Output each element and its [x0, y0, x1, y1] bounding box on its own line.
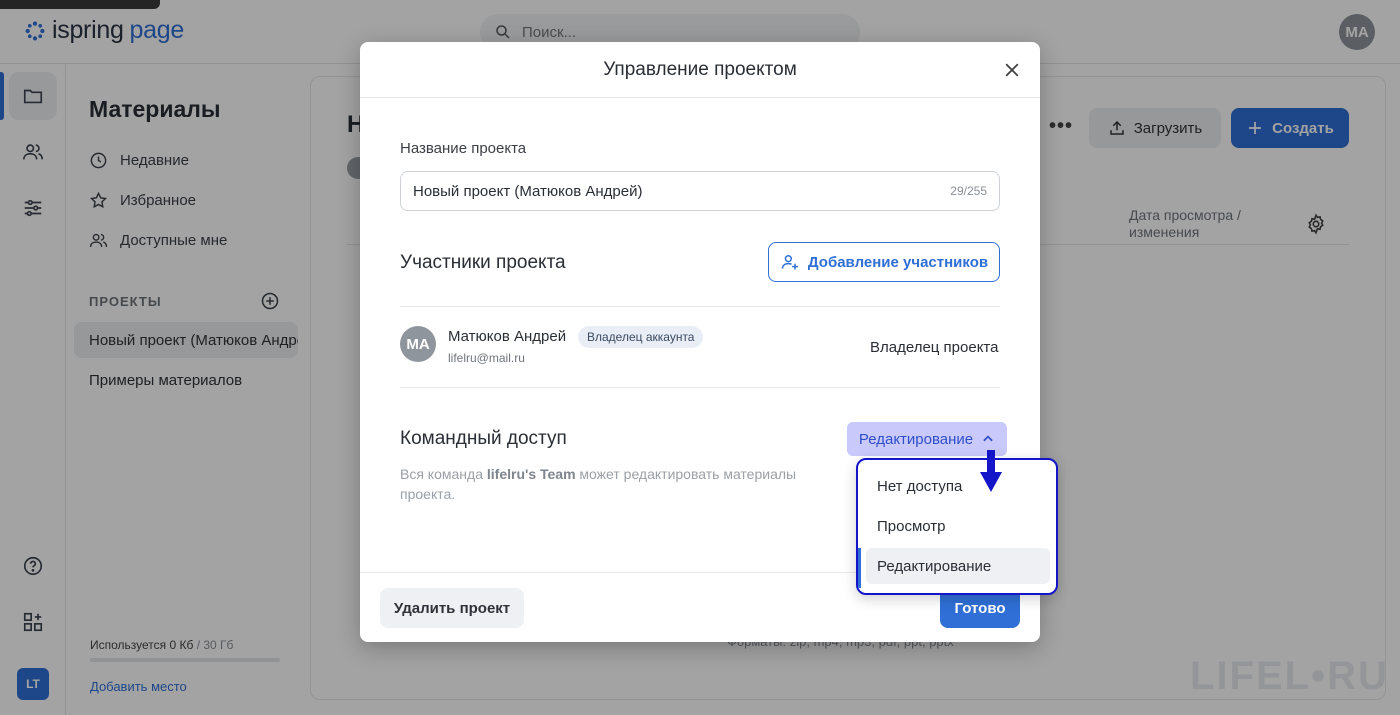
members-section-title: Участники проекта [400, 252, 566, 273]
team-access-title: Командный доступ [400, 428, 567, 449]
close-icon[interactable] [1002, 60, 1022, 80]
add-members-button[interactable]: Добавление участников [768, 242, 1000, 282]
members-divider-bottom [400, 387, 1000, 388]
team-access-description: Вся команда lifelru's Team может редакти… [400, 464, 840, 504]
members-divider-top [400, 306, 1000, 307]
access-dropdown-menu: Нет доступа Просмотр Редактирование [856, 458, 1058, 595]
add-members-label: Добавление участников [807, 253, 989, 271]
project-name-value: Новый проект (Матюков Андрей) [413, 182, 643, 200]
chevron-up-icon [983, 435, 993, 442]
access-select-value: Редактирование [858, 430, 974, 448]
member-role: Владелец проекта [870, 339, 999, 356]
member-name: Матюков Андрей [448, 328, 567, 345]
project-name-input[interactable]: Новый проект (Матюков Андрей) 29/255 [400, 171, 1000, 211]
annotation-arrow-icon [980, 450, 1002, 492]
member-email: lifelru@mail.ru [448, 351, 525, 365]
option-view[interactable]: Просмотр [866, 508, 1050, 544]
member-avatar: MA [400, 326, 436, 362]
char-counter: 29/255 [950, 184, 987, 198]
team-name: lifelru's Team [486, 466, 576, 482]
team-desc-pre: Вся команда [400, 466, 487, 482]
option-no-access[interactable]: Нет доступа [866, 468, 1050, 504]
add-user-icon [781, 255, 798, 270]
delete-project-button[interactable]: Удалить проект [380, 588, 524, 628]
account-owner-badge: Владелец аккаунта [578, 326, 704, 348]
selected-option-marker [858, 548, 861, 588]
dialog-header: Управление проектом [360, 42, 1040, 98]
option-edit[interactable]: Редактирование [866, 548, 1050, 584]
dialog-title: Управление проектом [603, 58, 797, 80]
project-name-label: Название проекта [400, 140, 527, 157]
